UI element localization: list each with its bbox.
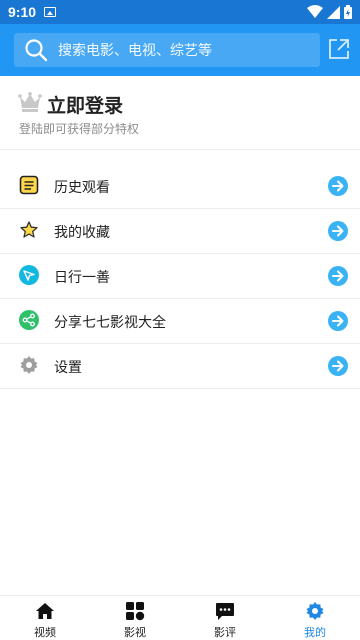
menu-label: 设置 <box>54 360 82 376</box>
tab-label: 影评 <box>214 626 236 639</box>
history-icon <box>19 175 39 195</box>
share-icon <box>19 310 39 330</box>
settings-gear-icon <box>20 356 38 374</box>
arrow-right-icon <box>328 266 348 286</box>
search-placeholder: 搜索电影、电视、综艺等 <box>58 43 212 59</box>
tab-label: 我的 <box>304 626 326 639</box>
login-subtitle: 登陆即可获得部分特权 <box>19 122 140 136</box>
tab-label: 影视 <box>124 626 146 639</box>
status-time: 9:10 <box>8 4 37 20</box>
search-icon <box>25 39 48 62</box>
image-notification-icon <box>44 7 57 17</box>
tab-video[interactable]: 视频 <box>0 596 90 640</box>
home-icon <box>36 603 54 619</box>
app-bar: 搜索电影、电视、综艺等 <box>0 24 360 76</box>
search-input[interactable]: 搜索电影、电视、综艺等 <box>14 33 320 67</box>
menu-item-share[interactable]: 分享七七影视大全 <box>0 299 360 344</box>
wifi-icon <box>307 5 323 18</box>
tab-mine[interactable]: 我的 <box>270 596 360 640</box>
menu-label: 日行一善 <box>54 270 110 286</box>
menu-label: 我的收藏 <box>54 225 110 241</box>
arrow-right-icon <box>328 356 348 376</box>
arrow-right-icon <box>328 221 348 241</box>
tab-label: 视频 <box>34 626 56 639</box>
menu-list: 历史观看 我的收藏 日行一善 分享七七影视大全 设置 <box>0 164 360 389</box>
grid-icon <box>126 602 145 621</box>
login-section[interactable]: 立即登录 登陆即可获得部分特权 <box>0 76 360 150</box>
menu-item-settings[interactable]: 设置 <box>0 344 360 389</box>
external-link-icon[interactable] <box>328 38 350 60</box>
arrow-right-icon <box>328 176 348 196</box>
status-bar: 9:10 <box>0 0 360 24</box>
login-title: 立即登录 <box>47 95 124 117</box>
tab-movies[interactable]: 影视 <box>90 596 180 640</box>
tab-reviews[interactable]: 影评 <box>180 596 270 640</box>
menu-label: 历史观看 <box>54 180 110 196</box>
menu-item-favorites[interactable]: 我的收藏 <box>0 209 360 254</box>
comment-icon <box>216 603 234 620</box>
crown-icon <box>18 92 42 112</box>
settings-gear-icon <box>306 602 324 620</box>
arrow-right-icon <box>328 311 348 331</box>
cell-signal-icon <box>327 5 340 19</box>
status-icons <box>307 5 352 19</box>
favorite-star-icon <box>20 221 38 238</box>
menu-label: 分享七七影视大全 <box>54 315 166 331</box>
battery-icon <box>344 5 352 19</box>
menu-item-good-deed[interactable]: 日行一善 <box>0 254 360 299</box>
bottom-nav: 视频 影视 影评 我的 <box>0 595 360 640</box>
menu-item-history[interactable]: 历史观看 <box>0 164 360 209</box>
good-deed-icon <box>19 265 39 285</box>
